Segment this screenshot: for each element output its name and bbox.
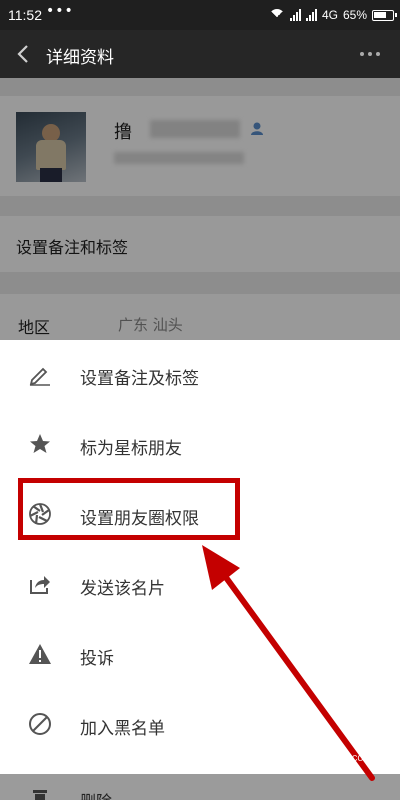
warning-icon: [29, 644, 51, 664]
menu-item-blacklist[interactable]: 加入黑名单: [0, 690, 400, 760]
network-type: 4G: [321, 8, 338, 22]
menu-item-star-friend[interactable]: 标为星标朋友: [0, 410, 400, 480]
status-icons: 4G 65%: [268, 6, 397, 24]
dim-overlay[interactable]: [0, 78, 400, 340]
menu-item-report[interactable]: 投诉: [0, 620, 400, 690]
menu-item-delete[interactable]: 删除: [0, 774, 400, 800]
block-icon: [29, 713, 51, 735]
menu-item-label: 设置备注及标签: [80, 369, 199, 389]
action-sheet: 设置备注及标签 标为星标朋友 设置朋友圈权限 发送该名片 投诉 加入黑名单: [0, 340, 400, 800]
battery-icon: [372, 9, 397, 21]
notification-dots: •••: [46, 3, 74, 19]
status-time: 11:52: [8, 7, 42, 23]
back-arrow-icon[interactable]: [16, 44, 30, 64]
title-bar: 详细资料: [0, 30, 400, 78]
signal-icon: [289, 9, 301, 21]
wifi-icon: [268, 9, 285, 21]
more-options-icon[interactable]: [360, 52, 380, 56]
menu-item-label: 标为星标朋友: [80, 439, 182, 459]
menu-item-send-card[interactable]: 发送该名片: [0, 550, 400, 620]
signal-icon-2: [305, 9, 317, 21]
menu-item-set-remark[interactable]: 设置备注及标签: [0, 340, 400, 410]
menu-item-label: 发送该名片: [80, 579, 165, 599]
page-title: 详细资料: [46, 48, 114, 68]
trash-icon: [33, 790, 47, 800]
battery-percent: 65%: [342, 8, 367, 22]
watermark: jingyan.baidu.com: [284, 752, 373, 764]
pencil-icon: [29, 367, 50, 386]
highlight-box: [18, 478, 240, 540]
share-icon: [30, 576, 50, 594]
menu-item-label: 投诉: [80, 649, 114, 669]
status-bar: 11:52 ••• 4G 65%: [0, 0, 400, 30]
star-icon: [30, 434, 50, 453]
delete-label: 删除: [80, 788, 112, 800]
menu-item-label: 加入黑名单: [80, 719, 165, 739]
